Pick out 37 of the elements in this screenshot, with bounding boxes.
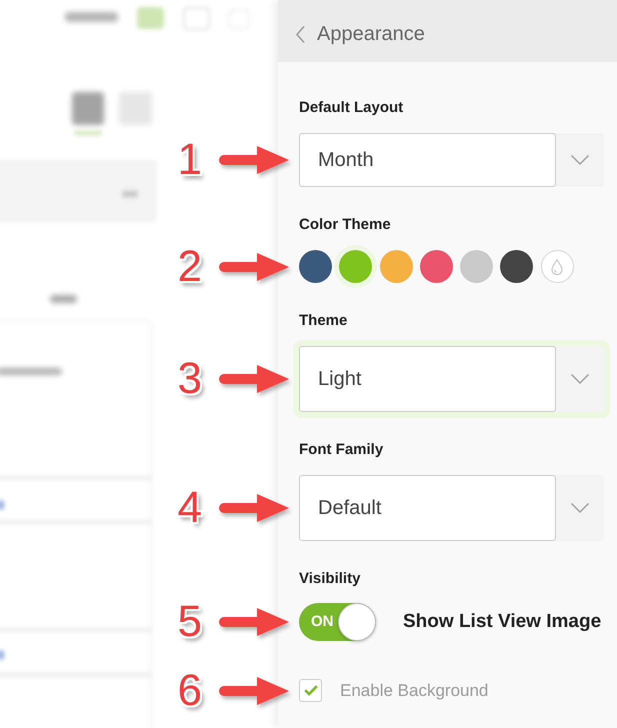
callout-number: 2 xyxy=(178,244,202,288)
custom-color-button[interactable] xyxy=(540,250,574,283)
arrow-icon xyxy=(219,146,289,174)
callout-number: 4 xyxy=(178,486,202,530)
dropdown[interactable]: Month xyxy=(299,133,604,187)
color-swatch-icon[interactable] xyxy=(380,250,413,283)
chevron-down-icon xyxy=(571,155,589,165)
arrow-icon xyxy=(219,494,289,522)
checkbox-label: Enable Background xyxy=(340,680,488,702)
callout-number: 1 xyxy=(178,138,202,182)
callout-number: 5 xyxy=(178,600,202,644)
check-icon xyxy=(304,685,318,696)
color-swatch-icon[interactable] xyxy=(299,250,332,283)
dropdown[interactable]: Light xyxy=(299,346,604,412)
field-label: Default Layout xyxy=(299,98,404,118)
color-swatch-icon[interactable] xyxy=(500,250,534,283)
field-label: Color Theme xyxy=(299,215,392,235)
arrow-icon xyxy=(219,676,289,705)
field-label: Font Family xyxy=(299,440,384,460)
checkbox[interactable] xyxy=(299,679,322,702)
field-label: Theme xyxy=(299,311,348,331)
arrow-icon xyxy=(219,365,289,393)
color-swatch-icon[interactable] xyxy=(339,250,372,283)
arrow-icon xyxy=(219,608,289,636)
dropdown[interactable]: Default xyxy=(299,475,604,541)
color-swatch-icon[interactable] xyxy=(420,250,453,283)
back-icon[interactable] xyxy=(296,26,305,42)
toggle-caption: Show List View Image xyxy=(403,610,602,634)
arrow-icon xyxy=(219,252,289,280)
field-label: Visibility xyxy=(299,569,362,589)
callout-number: 3 xyxy=(178,357,202,401)
panel-title: Appearance xyxy=(317,22,425,46)
chevron-down-icon xyxy=(571,503,589,513)
chevron-down-icon xyxy=(571,374,589,384)
callout-number: 6 xyxy=(178,668,202,713)
color-swatch-icon[interactable] xyxy=(460,250,494,283)
droplet-icon xyxy=(551,258,564,274)
